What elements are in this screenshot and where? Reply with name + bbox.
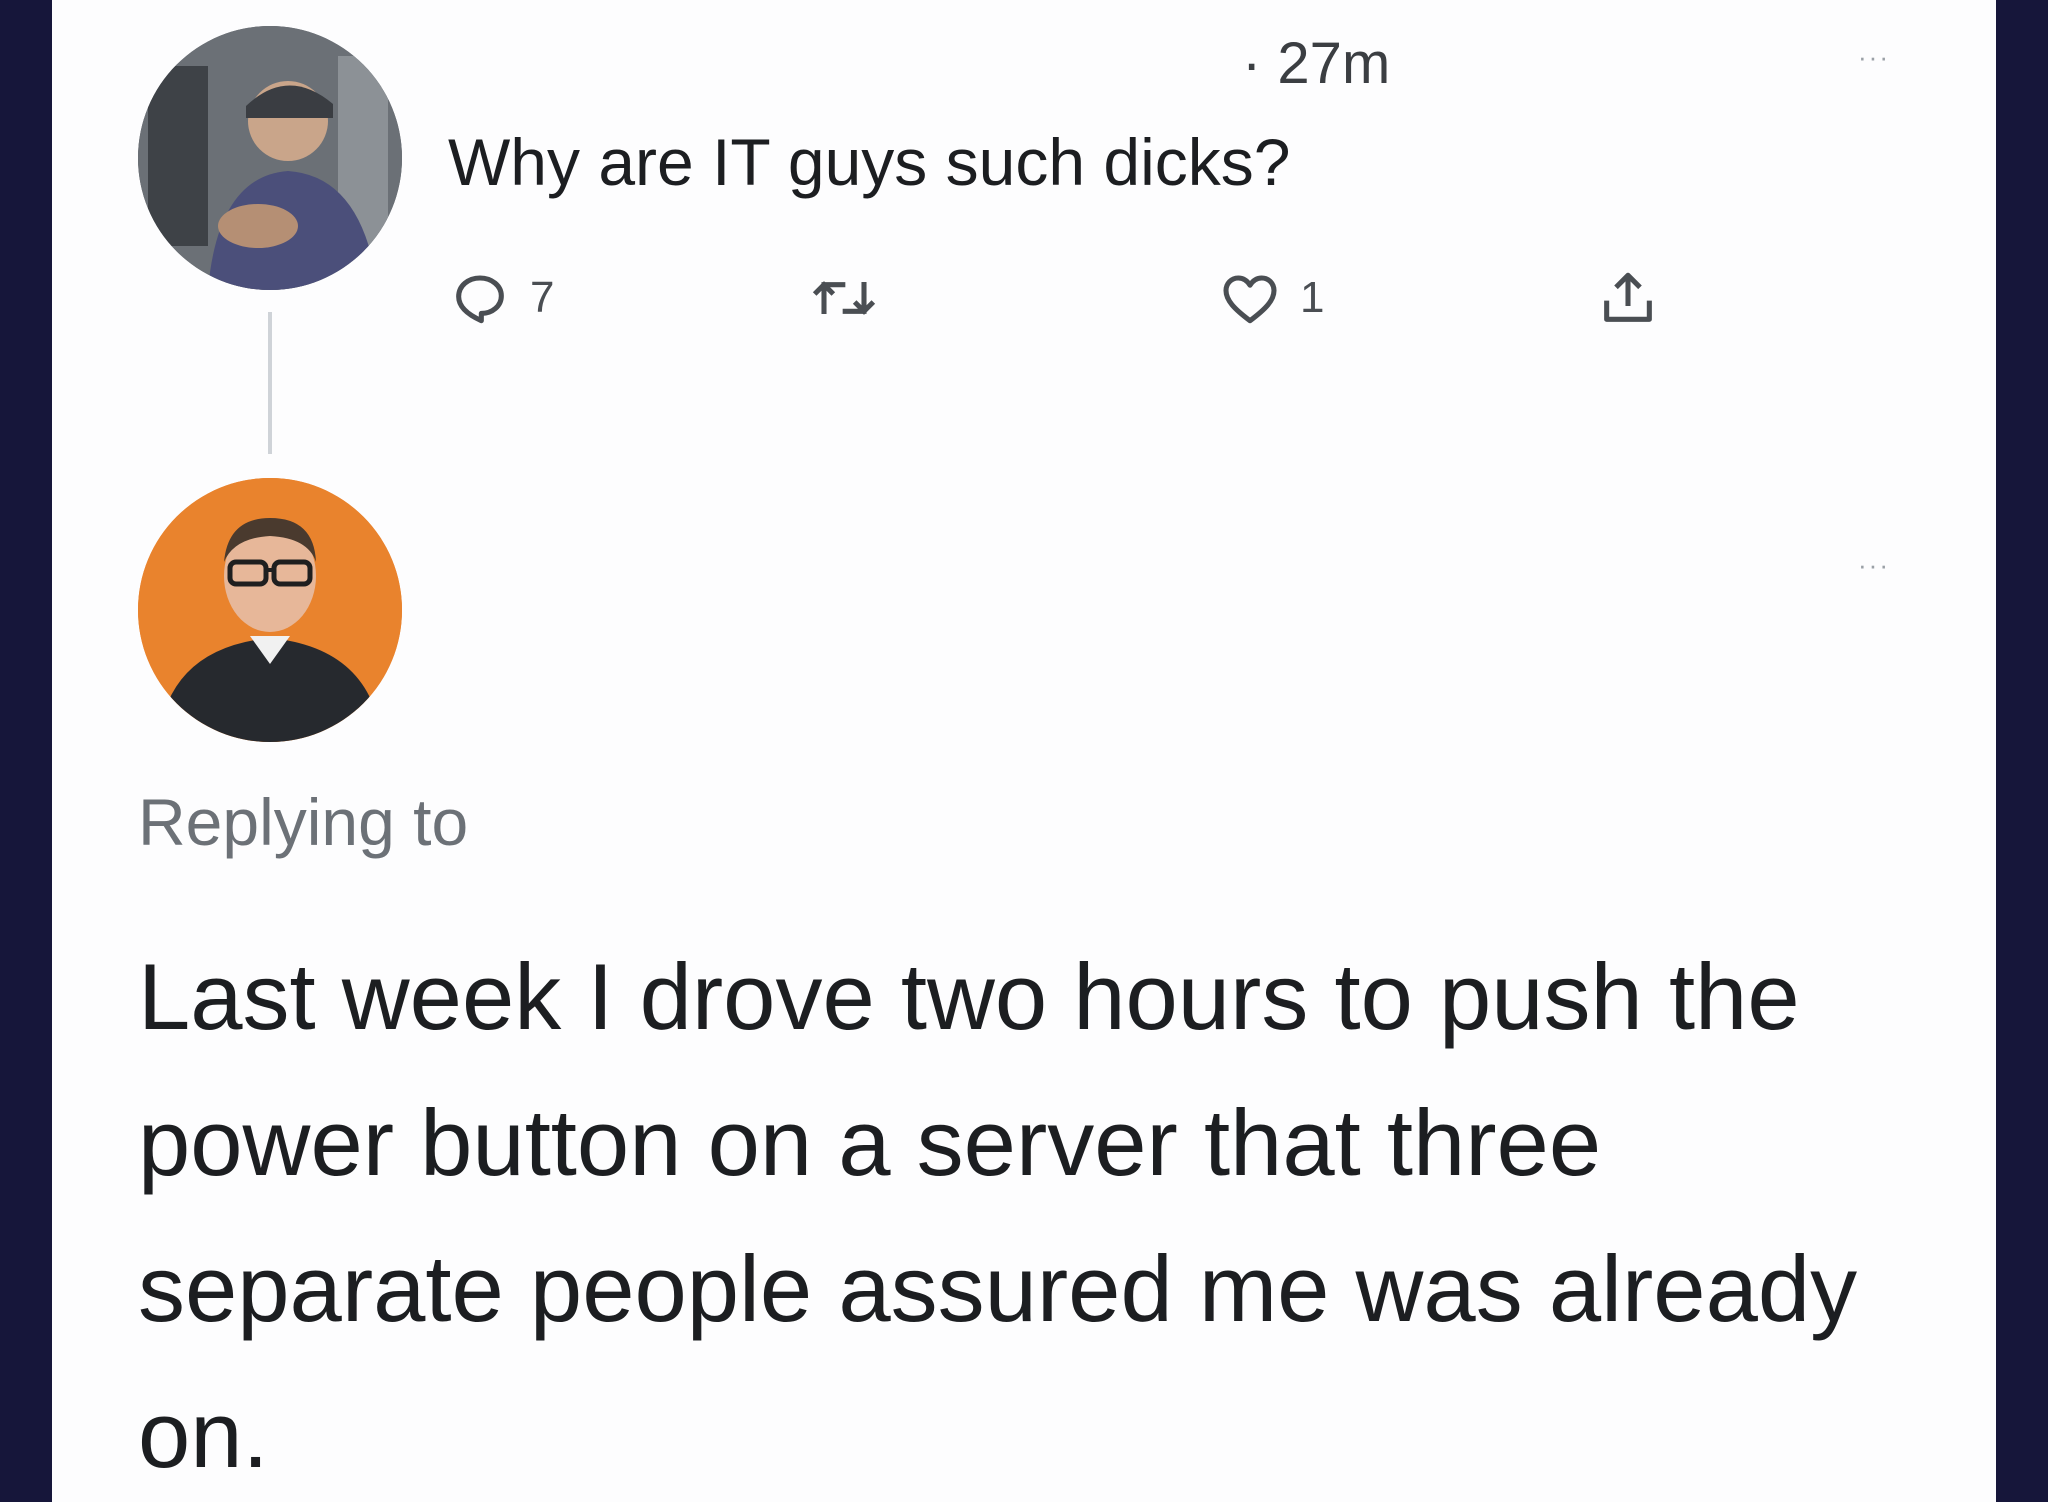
replying-to-label: Replying to [138, 785, 469, 859]
tweet-card: · 27m ··· Why are IT guys such dicks? 7 … [52, 0, 1996, 1502]
avatar-photo-icon [138, 478, 402, 742]
heart-icon [1223, 275, 1277, 324]
reply-tweet-text: Last week I drove two hours to push the … [138, 944, 1858, 1487]
share-icon [1604, 272, 1652, 322]
original-author-avatar[interactable] [138, 26, 402, 290]
retweet-button[interactable] [808, 258, 880, 338]
original-tweet-text: Why are IT guys such dicks? [448, 125, 1291, 199]
more-options-icon[interactable]: ··· [1834, 42, 1914, 72]
avatar-photo-icon [138, 26, 402, 290]
reply-count: 7 [530, 273, 555, 322]
retweet-icon [812, 281, 876, 315]
tweet-timestamp[interactable]: · 27m [1242, 30, 1390, 97]
share-button[interactable] [1596, 258, 1660, 338]
like-count: 1 [1300, 273, 1325, 322]
like-button[interactable]: 1 [1218, 258, 1324, 338]
more-options-icon[interactable]: ··· [1834, 550, 1914, 580]
tweet-action-bar: 7 1 [448, 258, 1748, 338]
comment-bubble-icon [456, 275, 504, 324]
reply-author-avatar[interactable] [138, 478, 402, 742]
thread-connector-line [268, 312, 272, 454]
reply-button[interactable]: 7 [448, 258, 554, 338]
